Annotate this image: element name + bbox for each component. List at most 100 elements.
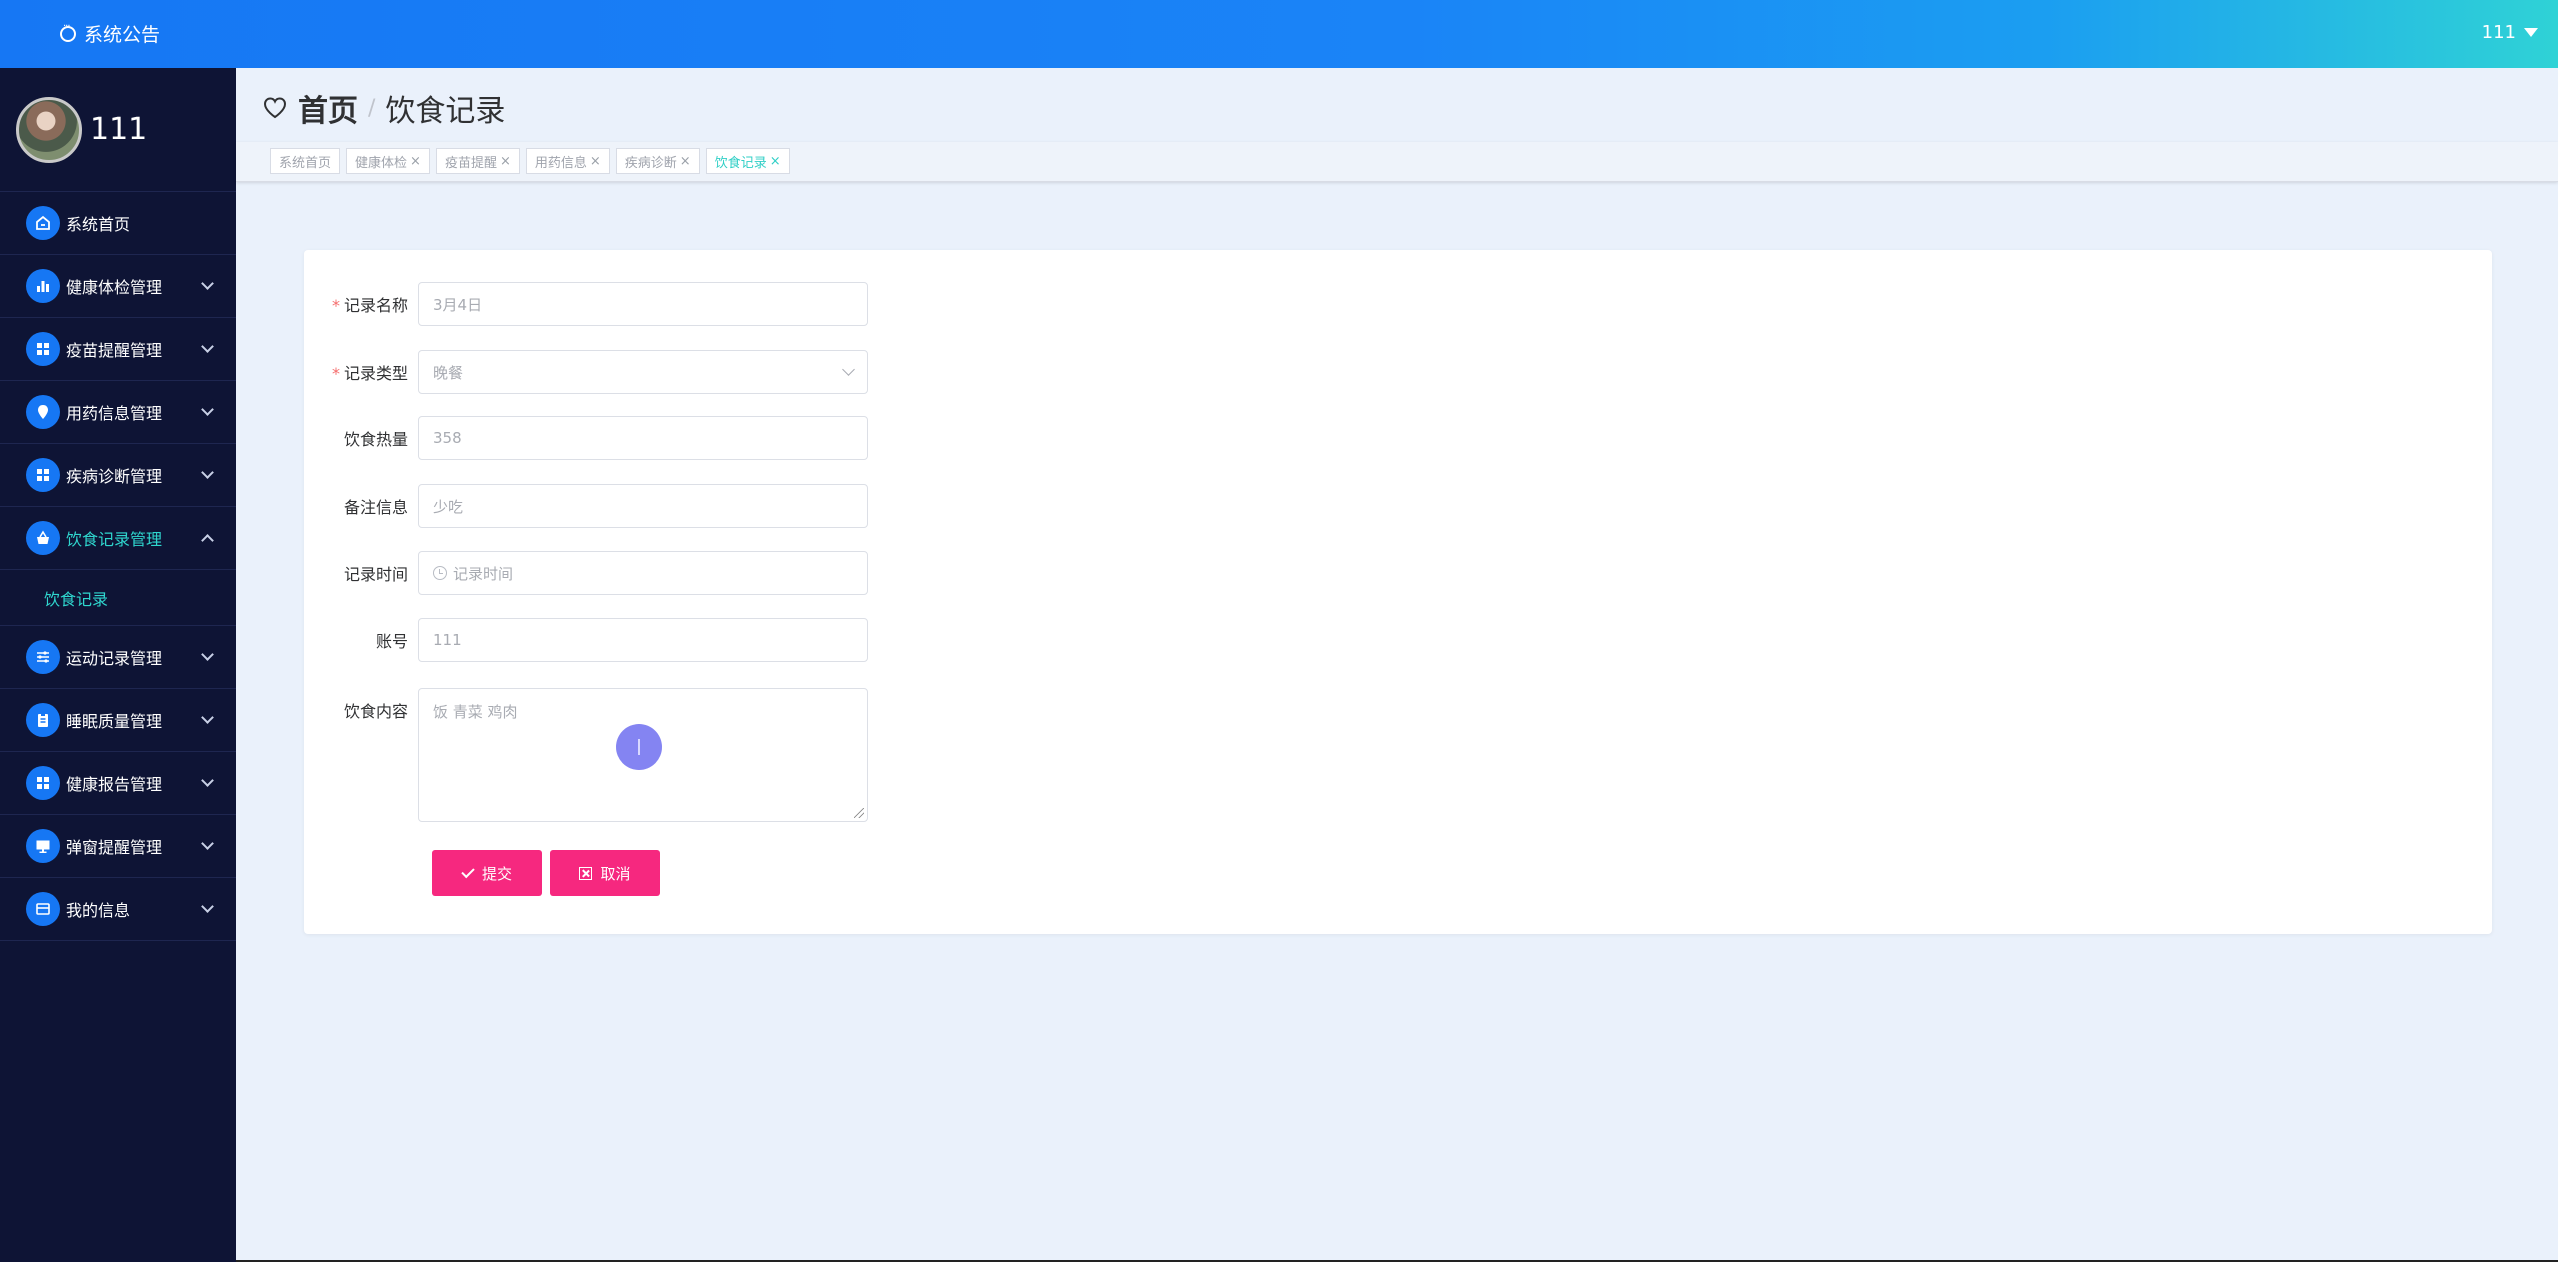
mouse-cursor-indicator <box>616 724 662 770</box>
chevron-down-icon <box>201 774 214 787</box>
sidebar-profile: 111 <box>0 68 236 192</box>
record-name-input[interactable] <box>418 282 868 326</box>
sidebar-item-vaccine-reminder[interactable]: 疫苗提醒管理 <box>0 318 236 381</box>
content-value: 饭 青菜 鸡肉 <box>433 703 518 721</box>
close-icon[interactable]: × <box>680 154 691 169</box>
sidebar-item-sleep-quality[interactable]: 睡眠质量管理 <box>0 689 236 752</box>
tags-view: 系统首页 健康体检 × 疫苗提醒 × 用药信息 × 疾病诊断 × 饮食记录 × <box>236 142 2558 182</box>
content-label: 饮食内容 <box>343 702 408 721</box>
form-actions: 提交 取消 <box>432 850 660 896</box>
sidebar-item-home[interactable]: 系统首页 <box>0 192 236 255</box>
tag-label: 疾病诊断 <box>624 155 677 171</box>
heart-icon <box>263 97 287 119</box>
tag-health-checkup[interactable]: 健康体检 × <box>346 148 430 174</box>
record-time-label: 记录时间 <box>343 565 408 584</box>
remarks-label: 备注信息 <box>343 498 408 517</box>
sidebar-item-label: 饮食记录管理 <box>66 530 163 549</box>
tag-label: 疫苗提醒 <box>444 155 497 171</box>
avatar[interactable] <box>16 96 82 163</box>
chevron-down-icon <box>842 362 855 376</box>
calories-input[interactable] <box>418 416 868 460</box>
tag-medication[interactable]: 用药信息 × <box>525 148 610 174</box>
sidebar-item-label: 弹窗提醒管理 <box>66 838 163 857</box>
record-type-label: 记录类型 <box>343 364 408 383</box>
record-type-value: 晚餐 <box>433 363 464 382</box>
close-icon[interactable]: × <box>410 154 421 169</box>
account-input[interactable] <box>418 618 868 662</box>
form-row-record-name: * 记录名称 <box>304 282 868 326</box>
record-time-placeholder: 记录时间 <box>453 564 514 583</box>
system-notice-label: 系统公告 <box>84 24 161 46</box>
tag-diet-records[interactable]: 饮食记录 × <box>705 148 790 174</box>
form-row-content: 饮食内容 饭 青菜 鸡肉 <box>304 688 868 822</box>
monitor-icon <box>26 829 60 863</box>
chevron-down-icon <box>201 900 214 913</box>
chevron-down-icon <box>201 648 214 661</box>
submit-label: 提交 <box>481 864 512 883</box>
sidebar-item-label: 我的信息 <box>66 901 131 920</box>
caret-down-icon <box>2524 28 2538 37</box>
sidebar-item-label: 运动记录管理 <box>66 649 163 668</box>
remarks-input[interactable] <box>418 484 868 528</box>
tag-disease-diagnosis[interactable]: 疾病诊断 × <box>615 148 700 174</box>
calories-label: 饮食热量 <box>343 430 408 449</box>
record-name-label: 记录名称 <box>343 296 408 315</box>
record-time-picker[interactable]: 记录时间 <box>418 551 868 595</box>
sidebar-item-disease-diagnosis[interactable]: 疾病诊断管理 <box>0 444 236 507</box>
breadcrumb-current: 饮食记录 <box>385 94 506 129</box>
sliders-icon <box>26 640 60 674</box>
cancel-label: 取消 <box>600 864 631 883</box>
clock-icon <box>433 566 447 580</box>
sidebar-item-medication[interactable]: 用药信息管理 <box>0 381 236 444</box>
submit-button[interactable]: 提交 <box>432 850 542 896</box>
tag-label: 用药信息 <box>534 155 587 171</box>
sidebar-item-label: 健康体检管理 <box>66 278 163 297</box>
sidebar-item-diet-records[interactable]: 饮食记录管理 <box>0 507 236 570</box>
sidebar-item-label: 系统首页 <box>66 215 131 234</box>
chevron-down-icon <box>201 466 214 479</box>
sidebar-item-label: 健康报告管理 <box>66 775 163 794</box>
close-icon[interactable]: × <box>500 154 511 169</box>
basket-icon <box>26 521 60 555</box>
sidebar: 111 系统首页 健康体检管理 疫苗提醒管理 用药信息管理 疾病诊断管理 饮食记… <box>0 68 236 1262</box>
breadcrumb-home[interactable]: 首页 <box>298 86 358 130</box>
user-name: 111 <box>2481 22 2516 43</box>
check-icon <box>461 864 475 878</box>
grid-icon <box>26 766 60 800</box>
chevron-down-icon <box>201 711 214 724</box>
breadcrumb-separator: / <box>368 95 376 121</box>
account-label: 账号 <box>375 632 408 651</box>
required-mark: * <box>331 364 340 383</box>
sidebar-item-exercise-records[interactable]: 运动记录管理 <box>0 626 236 689</box>
tag-vaccine-reminder[interactable]: 疫苗提醒 × <box>435 148 520 174</box>
sidebar-item-health-report[interactable]: 健康报告管理 <box>0 752 236 815</box>
close-box-icon <box>579 866 593 880</box>
sidebar-item-popup-reminder[interactable]: 弹窗提醒管理 <box>0 815 236 878</box>
tag-system-home[interactable]: 系统首页 <box>270 148 341 174</box>
tag-label: 系统首页 <box>279 155 332 171</box>
sidebar-item-label: 用药信息管理 <box>66 404 163 423</box>
top-bar: 系统公告 111 <box>0 0 2558 68</box>
breadcrumb: 首页 / 饮食记录 <box>262 86 505 130</box>
tag-label: 饮食记录 <box>714 155 767 171</box>
cancel-button[interactable]: 取消 <box>550 850 660 896</box>
close-icon[interactable]: × <box>590 154 601 169</box>
sidebar-item-label: 疫苗提醒管理 <box>66 341 163 360</box>
close-icon[interactable]: × <box>770 154 781 169</box>
required-mark: * <box>331 296 340 315</box>
chevron-up-icon <box>201 534 214 547</box>
system-notice-link[interactable]: 系统公告 <box>60 20 160 47</box>
form-row-remarks: 备注信息 <box>304 484 868 528</box>
sidebar-item-label: 疾病诊断管理 <box>66 467 163 486</box>
user-dropdown[interactable]: 111 <box>2482 22 2538 43</box>
chat-bubble-icon <box>60 21 76 42</box>
sidebar-subitem-diet-record[interactable]: 饮食记录 <box>0 570 236 626</box>
form-row-record-type: * 记录类型 晚餐 <box>304 350 868 394</box>
sidebar-item-health-checkup[interactable]: 健康体检管理 <box>0 255 236 318</box>
resize-handle-icon[interactable] <box>854 808 864 818</box>
chevron-down-icon <box>201 340 214 353</box>
sidebar-item-my-info[interactable]: 我的信息 <box>0 878 236 941</box>
form-row-record-time: 记录时间 记录时间 <box>304 551 868 595</box>
record-type-select[interactable]: 晚餐 <box>418 350 868 394</box>
chevron-down-icon <box>201 837 214 850</box>
